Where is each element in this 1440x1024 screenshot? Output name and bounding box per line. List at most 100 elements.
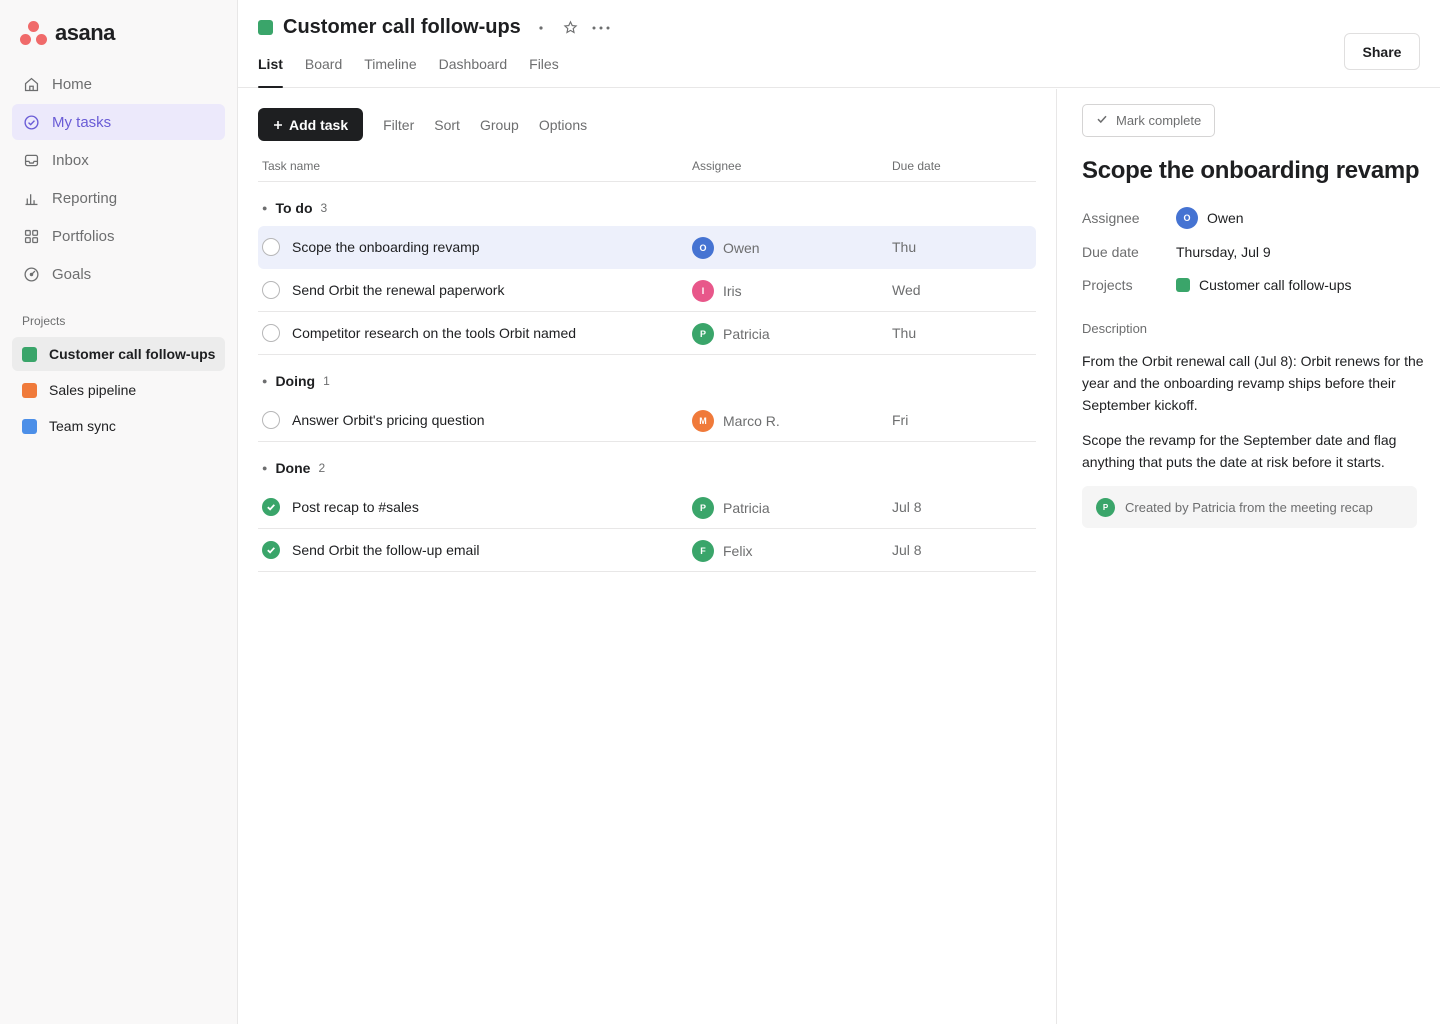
assignee-value[interactable]: O Owen: [1176, 207, 1244, 229]
task-list-panel: Add task Filter Sort Group Options Task …: [238, 89, 1056, 1024]
task-checkbox[interactable]: [262, 281, 280, 299]
mark-complete-button[interactable]: Mark complete: [1082, 104, 1216, 137]
section-count: 1: [323, 374, 330, 388]
sidebar-item-my-tasks[interactable]: My tasks: [12, 104, 225, 140]
task-due-date[interactable]: Wed: [892, 282, 921, 298]
avatar: I: [692, 280, 714, 302]
collapse-caret-icon[interactable]: ●: [262, 203, 267, 213]
tab-timeline[interactable]: Timeline: [364, 56, 416, 88]
task-row[interactable]: Scope the onboarding revamp O Owen Thu: [258, 226, 1036, 269]
field-label: Projects: [1082, 277, 1133, 293]
task-due-date[interactable]: Jul 8: [892, 499, 922, 515]
sidebar-item-label: My tasks: [52, 113, 112, 131]
projects-heading: Projects: [22, 314, 66, 328]
task-row[interactable]: Send Orbit the renewal paperwork I Iris …: [258, 269, 1036, 312]
project-name: Customer call follow-ups: [1199, 277, 1352, 293]
task-checkbox[interactable]: [262, 238, 280, 256]
task-assignee[interactable]: P Patricia: [692, 323, 770, 345]
sidebar-project-customer-call-follow-ups[interactable]: Customer call follow-ups: [12, 337, 225, 371]
chevron-down-icon[interactable]: [531, 18, 551, 38]
project-label: Customer call follow-ups: [49, 346, 216, 362]
task-assignee[interactable]: P Patricia: [692, 497, 770, 519]
assignee-name: Marco R.: [723, 413, 780, 429]
project-color-swatch: [22, 346, 37, 362]
task-name[interactable]: Send Orbit the follow-up email: [292, 542, 480, 558]
task-due-date[interactable]: Fri: [892, 412, 908, 428]
due-date-value[interactable]: Thursday, Jul 9: [1176, 244, 1271, 260]
task-due-date[interactable]: Thu: [892, 239, 916, 255]
project-color-swatch: [22, 418, 37, 434]
table-header: Task name Assignee Due date: [258, 150, 1036, 182]
task-row[interactable]: Post recap to #sales P Patricia Jul 8: [258, 486, 1036, 529]
assignee-name: Felix: [723, 543, 753, 559]
section-header-done[interactable]: ● Done 2: [258, 442, 1036, 486]
description-paragraph[interactable]: From the Orbit renewal call (Jul 8): Orb…: [1082, 350, 1424, 416]
task-checkbox[interactable]: [262, 411, 280, 429]
task-table: Task name Assignee Due date ● To do 3 Sc…: [258, 150, 1036, 572]
tab-dashboard[interactable]: Dashboard: [439, 56, 508, 88]
sidebar-project-sales-pipeline[interactable]: Sales pipeline: [12, 373, 225, 407]
project-value[interactable]: Customer call follow-ups: [1176, 277, 1352, 293]
section-header-doing[interactable]: ● Doing 1: [258, 355, 1036, 399]
title-row: Customer call follow-ups: [258, 16, 611, 39]
task-assignee[interactable]: I Iris: [692, 280, 742, 302]
task-checkbox-checked[interactable]: [262, 498, 280, 516]
created-by-text: Created by Patricia from the meeting rec…: [1125, 499, 1373, 515]
sidebar-project-team-sync[interactable]: Team sync: [12, 409, 225, 443]
tab-board[interactable]: Board: [305, 56, 342, 88]
sidebar-item-inbox[interactable]: Inbox: [12, 142, 225, 178]
page-title: Customer call follow-ups: [283, 16, 521, 38]
asana-logo[interactable]: asana: [20, 20, 115, 46]
group-button[interactable]: Group: [480, 117, 519, 133]
sort-button[interactable]: Sort: [434, 117, 460, 133]
list-toolbar: Add task Filter Sort Group Options: [258, 108, 587, 141]
activity-created-by: P Created by Patricia from the meeting r…: [1082, 486, 1417, 528]
task-due-date[interactable]: Jul 8: [892, 542, 922, 558]
checkmark-icon: [267, 547, 275, 554]
collapse-caret-icon[interactable]: ●: [262, 376, 267, 386]
collapse-caret-icon[interactable]: ●: [262, 463, 267, 473]
logo-text: asana: [55, 20, 115, 45]
sidebar-item-portfolios[interactable]: Portfolios: [12, 218, 225, 254]
assignee-name: Patricia: [723, 326, 770, 342]
column-header-task-name[interactable]: Task name: [262, 159, 320, 173]
star-icon[interactable]: [561, 18, 581, 38]
sidebar-item-goals[interactable]: Goals: [12, 256, 225, 292]
task-assignee[interactable]: F Felix: [692, 540, 753, 562]
project-label: Team sync: [49, 418, 116, 434]
sidebar-item-home[interactable]: Home: [12, 66, 225, 102]
description-label: Description: [1082, 321, 1148, 336]
column-header-due-date[interactable]: Due date: [892, 159, 941, 173]
more-options-icon[interactable]: [591, 18, 611, 38]
task-name[interactable]: Send Orbit the renewal paperwork: [292, 282, 504, 298]
task-assignee[interactable]: O Owen: [692, 237, 760, 259]
task-row[interactable]: Answer Orbit's pricing question M Marco …: [258, 399, 1036, 442]
project-color-swatch: [258, 20, 273, 35]
task-assignee[interactable]: M Marco R.: [692, 410, 780, 432]
sidebar-item-reporting[interactable]: Reporting: [12, 180, 225, 216]
assignee-name: Owen: [1207, 210, 1244, 226]
filter-button[interactable]: Filter: [383, 117, 414, 133]
field-label: Due date: [1082, 244, 1139, 260]
task-due-date[interactable]: Thu: [892, 325, 916, 341]
task-title[interactable]: Scope the onboarding revamp: [1082, 157, 1420, 185]
project-color-swatch: [1176, 278, 1190, 292]
column-header-assignee[interactable]: Assignee: [692, 159, 741, 173]
options-button[interactable]: Options: [539, 117, 587, 133]
task-checkbox[interactable]: [262, 324, 280, 342]
task-name[interactable]: Post recap to #sales: [292, 499, 419, 515]
mark-complete-label: Mark complete: [1116, 113, 1202, 128]
section-header-to-do[interactable]: ● To do 3: [258, 182, 1036, 226]
description-paragraph[interactable]: Scope the revamp for the September date …: [1082, 429, 1424, 473]
tab-list[interactable]: List: [258, 56, 283, 88]
task-row[interactable]: Send Orbit the follow-up email F Felix J…: [258, 529, 1036, 572]
task-row[interactable]: Competitor research on the tools Orbit n…: [258, 312, 1036, 355]
task-name[interactable]: Answer Orbit's pricing question: [292, 412, 485, 428]
share-button[interactable]: Share: [1344, 33, 1420, 70]
tab-files[interactable]: Files: [529, 56, 559, 88]
task-name[interactable]: Scope the onboarding revamp: [292, 239, 480, 255]
project-header: Customer call follow-ups List Board Time…: [238, 0, 1440, 88]
task-name[interactable]: Competitor research on the tools Orbit n…: [292, 325, 576, 341]
task-checkbox-checked[interactable]: [262, 541, 280, 559]
add-task-button[interactable]: Add task: [258, 108, 364, 141]
